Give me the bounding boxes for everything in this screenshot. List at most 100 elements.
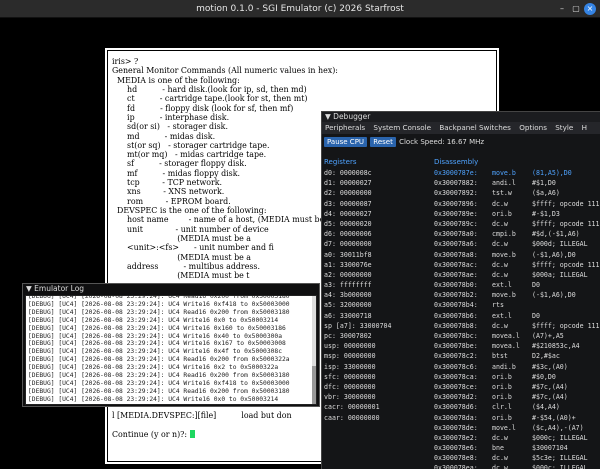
- disassembly-address: 0x300078c6:: [434, 362, 478, 371]
- disassembly-row[interactable]: 0x300078ac: dc.w $ffff; opcode 1111: [434, 260, 600, 270]
- disassembly-opcode: dc.w: [492, 240, 508, 249]
- disassembly-row[interactable]: 0x300078b6: ext.l D0: [434, 311, 600, 321]
- disassembly-address: 0x300078c2:: [434, 352, 478, 361]
- registers-header: Registers: [324, 158, 357, 166]
- maximize-icon[interactable]: ▢: [570, 3, 582, 15]
- debugger-titlebar[interactable]: ▼ Debugger: [322, 112, 600, 122]
- disassembly-row[interactable]: 0x300078a0: cmpi.b #$d,(-$1,A6): [434, 229, 600, 239]
- close-icon[interactable]: ×: [584, 3, 596, 15]
- disassembly-opcode: move.b: [492, 250, 516, 259]
- menu-help[interactable]: H: [579, 123, 590, 132]
- disassembly-opcode: dc.w: [492, 199, 508, 208]
- disassembly-opcode: bne: [492, 444, 504, 453]
- disassembly-row[interactable]: 0x300078e6: bne $30007104: [434, 443, 600, 453]
- disassembly-row[interactable]: 0x300078b2: move.b (-$1,A6),D0: [434, 290, 600, 300]
- console-line: Continue (y or n)?:: [112, 429, 338, 439]
- disassembly-list[interactable]: 0x3000787e: move.b (81,A5),D0 0x30007882: an…: [434, 168, 600, 469]
- emulator-log-scrollbar[interactable]: [312, 296, 316, 404]
- disassembly-operands: #$0,D0: [532, 372, 556, 381]
- register-row: a6: 33000718: [324, 311, 372, 320]
- disassembly-row[interactable]: 0x300078b4: rts: [434, 300, 600, 310]
- disassembly-row[interactable]: 0x3000789c: dc.w $ffff; opcode 1111: [434, 219, 600, 229]
- disassembly-row[interactable]: 0x30007882: andi.l #$1,D0: [434, 178, 600, 188]
- emulator-log-body[interactable]: [DEBUG] [UC4] [2026-08-08 23:29:24]: UC4…: [25, 295, 317, 405]
- menu-style[interactable]: Style: [552, 123, 576, 132]
- disassembly-operands: $ffff; opcode 1111: [532, 199, 600, 208]
- disassembly-row[interactable]: 0x3000789e: ori.b #-$1,D3: [434, 209, 600, 219]
- disassembly-row[interactable]: 0x300078ae: dc.w $000a; ILLEGAL: [434, 270, 600, 280]
- console-line: <unit>:<fs> - unit number and fi: [112, 243, 274, 253]
- disassembly-opcode: dc.w: [492, 433, 508, 442]
- disassembly-row[interactable]: 0x300078ea: dc.w $000c; ILLEGAL: [434, 463, 600, 469]
- disassembly-row[interactable]: 0x300078be: movea.l #$210853c,A4: [434, 341, 600, 351]
- disassembly-address: 0x300078a8:: [434, 250, 478, 259]
- disassembly-opcode: tst.w: [492, 189, 512, 198]
- disassembly-opcode: move.b: [492, 169, 516, 177]
- scrollbar-thumb[interactable]: [312, 366, 316, 404]
- menu-peripherals[interactable]: Peripherals: [322, 123, 368, 132]
- register-row: d1: 00000027: [324, 179, 372, 188]
- disassembly-opcode: ori.b: [492, 209, 512, 218]
- disassembly-address: 0x300078ac:: [434, 260, 478, 269]
- menu-backpanel-switches[interactable]: Backpanel Switches: [436, 123, 514, 132]
- menu-options[interactable]: Options: [516, 123, 550, 132]
- disassembly-row[interactable]: 0x30007892: tst.w ($a,A6): [434, 188, 600, 198]
- disassembly-row[interactable]: 0x300078ce: ori.b #$7c,(A4): [434, 382, 600, 392]
- register-row: a2: 00000000: [324, 270, 372, 279]
- registers-list: d0: 0000008c d1: 00000027 d2: 00000000 d3: …: [324, 168, 429, 423]
- disassembly-row[interactable]: 0x300078e2: dc.w $000c; ILLEGAL: [434, 433, 600, 443]
- disassembly-row[interactable]: 0x300078c6: andi.b #$3c,(A0): [434, 362, 600, 372]
- disassembly-address: 0x300078da:: [434, 413, 478, 422]
- register-row: d0: 0000008c: [324, 169, 372, 177]
- disassembly-address: 0x300078ea:: [434, 464, 478, 469]
- disassembly-row[interactable]: 0x300078c2: btst D2,#$ac: [434, 351, 600, 361]
- disassembly-row[interactable]: 0x300078a6: dc.w $000d; ILLEGAL: [434, 239, 600, 249]
- disassembly-row[interactable]: 0x300078b0: ext.l D0: [434, 280, 600, 290]
- disassembly-address: 0x3000789c:: [434, 219, 478, 228]
- reset-button[interactable]: Reset: [370, 137, 396, 147]
- console-line: iris> ?: [112, 57, 139, 66]
- disassembly-row[interactable]: 0x3000787e: move.b (81,A5),D0: [434, 168, 600, 178]
- log-line: [DEBUG] [UC4] [2026-08-08 23:29:24]: UC4…: [28, 364, 279, 372]
- collapse-triangle-icon[interactable]: ▼: [26, 284, 32, 293]
- disassembly-operands: D0: [532, 281, 540, 290]
- disassembly-row[interactable]: 0x300078a8: move.b (-$1,A6),D0: [434, 250, 600, 260]
- menu-system-console[interactable]: System Console: [370, 123, 434, 132]
- console-line: hd - hard disk.(look for ip, sd, then md…: [112, 84, 307, 94]
- disassembly-operands: #$d,(-$1,A6): [532, 230, 580, 239]
- register-row: pc: 30007802: [324, 332, 372, 340]
- disassembly-row[interactable]: 0x300078e8: dc.w $5c3e; ILLEGAL: [434, 453, 600, 463]
- disassembly-operands: $5c3e; ILLEGAL: [532, 454, 588, 463]
- window-titlebar[interactable]: motion 0.1.0 - SGI Emulator (c) 2026 Sta…: [0, 0, 600, 18]
- register-row: dfc: 00000000: [324, 382, 376, 391]
- disassembly-row[interactable]: 0x300078d6: clr.l ($4,A4): [434, 402, 600, 412]
- disassembly-address: 0x300078ce:: [434, 382, 478, 391]
- register-row: sp [a7]: 33000704: [324, 321, 392, 330]
- debugger-window[interactable]: ▼ Debugger Peripherals System Console Ba…: [321, 111, 600, 469]
- register-row: sfc: 00000000: [324, 372, 376, 381]
- disassembly-row[interactable]: 0x300078ca: ori.b #$0,D0: [434, 372, 600, 382]
- disassembly-opcode: cmpi.b: [492, 230, 516, 239]
- disassembly-row[interactable]: 0x300078bc: movea.l (A7)+,A5: [434, 331, 600, 341]
- disassembly-operands: #$7c,(A4): [532, 393, 568, 402]
- disassembly-row[interactable]: 0x30007896: dc.w $ffff; opcode 1111: [434, 199, 600, 209]
- disassembly-row[interactable]: 0x300078b8: dc.w $ffff; opcode 1111: [434, 321, 600, 331]
- console-line: ct - cartridge tape.(look for st, then m…: [112, 94, 308, 104]
- minimize-icon[interactable]: –: [556, 3, 568, 15]
- disassembly-operands: #$210853c,A4: [532, 342, 580, 351]
- collapse-triangle-icon[interactable]: ▼: [325, 112, 331, 121]
- disassembly-address: 0x300078b6:: [434, 311, 478, 320]
- disassembly-operands: (A7)+,A5: [532, 332, 564, 340]
- disassembly-row[interactable]: 0x300078d2: ori.b #$7c,(A4): [434, 392, 600, 402]
- log-line: [DEBUG] [UC4] [2026-08-08 23:29:24]: UC4…: [28, 316, 279, 324]
- disassembly-operands: D2,#$ac: [532, 352, 560, 361]
- log-line: [DEBUG] [UC4] [2026-08-08 23:29:24]: UC4…: [28, 332, 283, 340]
- disassembly-row[interactable]: 0x300078de: move.l ($c,A4),-(A7): [434, 423, 600, 433]
- emulator-log-titlebar[interactable]: ▼ Emulator Log: [23, 284, 319, 294]
- disassembly-operands: #$1,D0: [532, 179, 556, 188]
- emulator-log-window[interactable]: ▼ Emulator Log [DEBUG] [UC4] [2026-08-08…: [22, 283, 320, 407]
- disassembly-row[interactable]: 0x300078da: ori.b #-$54,(A0)+: [434, 413, 600, 423]
- register-row: a0: 30011bf8: [324, 250, 372, 259]
- pause-cpu-button[interactable]: Pause CPU: [324, 137, 368, 147]
- disassembly-operands: $ffff; opcode 1111: [532, 321, 600, 330]
